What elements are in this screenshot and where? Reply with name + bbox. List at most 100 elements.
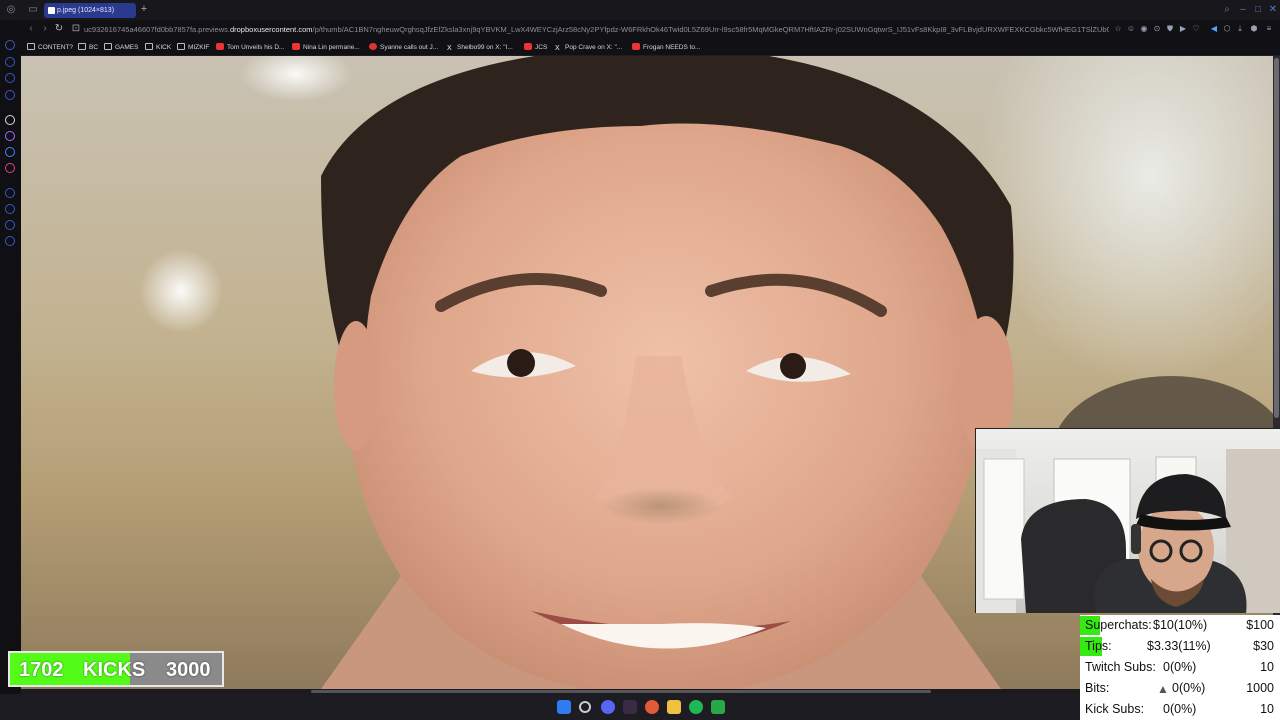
download-icon[interactable]: ⤓ (1235, 24, 1245, 34)
tips-value: $3.33(11%) (1147, 639, 1211, 653)
active-tab[interactable]: p.jpeg (1024×813) (44, 3, 136, 18)
minimize-icon[interactable]: – (1236, 3, 1250, 16)
bookmark-folder-kick[interactable]: KICK (145, 42, 171, 53)
bookmark-link[interactable]: Syanne calls out J... (369, 42, 438, 53)
maximize-icon[interactable]: □ (1251, 3, 1265, 16)
xbox-icon[interactable] (711, 700, 725, 714)
reddit-icon (369, 43, 377, 50)
youtube-icon (524, 43, 532, 50)
folder-icon (78, 43, 86, 50)
bookmark-folder-games[interactable]: GAMES (104, 42, 138, 53)
superchats-row: Superchats: $10(10%) $100 (1080, 615, 1280, 635)
bookmarks-bar: CONTENT? BC GAMES KICK MIZKIF Tom Unveil… (0, 39, 1280, 56)
bookmark-link[interactable]: Nina Lin permane... (292, 42, 360, 53)
extension-icon[interactable]: ◉ (1139, 24, 1149, 34)
sidebar-app-icon[interactable] (5, 188, 15, 198)
folder-icon (145, 43, 153, 50)
superchats-label: Superchats: (1085, 618, 1152, 632)
search-icon[interactable] (579, 701, 591, 713)
folder-icon (104, 43, 112, 50)
history-icon[interactable] (5, 204, 15, 214)
settings-icon[interactable] (5, 236, 15, 246)
folder-icon (27, 43, 35, 50)
menu-icon[interactable]: ≡ (1264, 24, 1274, 34)
bits-value: 0(0%) (1172, 681, 1206, 695)
kicks-label: KICKS (83, 659, 146, 681)
browser-sidebar (0, 20, 21, 720)
kick-subs-label: Kick Subs: (1085, 702, 1145, 716)
url-field[interactable]: uc932616745a46607fd0bb7857fa.previews.dr… (84, 24, 1109, 35)
sidebar-app-icon[interactable] (5, 220, 15, 230)
address-bar: ‹ › ↻ ⊡ uc932616745a46607fd0bb7857fa.pre… (0, 20, 1280, 39)
search-icon[interactable]: ⌕ (1220, 3, 1234, 16)
bookmark-link[interactable]: Tom Unveils his D... (216, 42, 284, 53)
sidebar-app-icon[interactable] (5, 57, 15, 67)
scrollbar-thumb[interactable] (1274, 58, 1279, 418)
start-icon[interactable] (557, 700, 571, 714)
extension-icon[interactable]: ⬡ (1222, 24, 1232, 34)
bookmark-icon[interactable]: ☆ (1113, 24, 1123, 34)
tips-goal: $30 (1253, 639, 1274, 653)
browser-tab-bar: ◎ ▭ p.jpeg (1024×813) + ⌕ – □ ✕ (0, 0, 1280, 20)
lock-icon: ⊡ (71, 23, 81, 34)
bits-label: Bits: (1085, 681, 1110, 695)
browser-icon[interactable] (645, 700, 659, 714)
reload-icon[interactable]: ↻ (53, 23, 65, 35)
x-icon: X (555, 45, 560, 52)
app-icon[interactable] (623, 700, 637, 714)
donation-stats-panel: Superchats: $10(10%) $100 Tips: $3.33(11… (1080, 615, 1280, 720)
kicks-goal-widget: 1702 KICKS 3000 (8, 651, 224, 687)
extension-icon[interactable]: ⊙ (1152, 24, 1162, 34)
discord-icon[interactable] (601, 700, 615, 714)
tips-row: Tips: $3.33(11%) $30 (1080, 636, 1280, 656)
bookmark-link[interactable]: JCS (524, 42, 547, 53)
image-favicon-icon (48, 7, 55, 14)
cube-icon[interactable]: ⬢ (1249, 24, 1259, 34)
bookmark-link[interactable]: Frogan NEEDS to... (632, 42, 700, 53)
extension-icon[interactable]: ☺ (1126, 24, 1136, 34)
sound-icon[interactable]: ◀ (1209, 24, 1219, 34)
scrollbar-thumb[interactable] (311, 690, 931, 693)
youtube-icon (216, 43, 224, 50)
tips-label: Tips: (1085, 639, 1112, 653)
kicks-goal: 3000 (166, 659, 211, 681)
youtube-icon (292, 43, 300, 50)
browser-menu-icon[interactable]: ◎ (5, 4, 17, 16)
superchats-goal: $100 (1246, 618, 1274, 632)
twitch-subs-value: 0(0%) (1163, 660, 1197, 674)
play-icon[interactable]: ▶ (1178, 24, 1188, 34)
youtube-icon (632, 43, 640, 50)
bits-goal: 1000 (1246, 681, 1274, 695)
close-icon[interactable]: ✕ (1266, 3, 1280, 16)
twitch-subs-goal: 10 (1260, 660, 1274, 674)
bookmark-link[interactable]: X Shelbo99 on X: "I... (447, 42, 513, 53)
kick-subs-goal: 10 (1260, 702, 1274, 716)
tab-title: p.jpeg (1024×813) (57, 7, 115, 14)
bookmark-link[interactable]: X Pop Crave on X: "... (555, 42, 622, 53)
sidebar-app-icon[interactable] (5, 115, 15, 125)
messenger-icon[interactable] (5, 147, 15, 157)
shield-icon[interactable]: ⛊ (1165, 24, 1175, 34)
folder-icon[interactable] (667, 700, 681, 714)
twitch-subs-label: Twitch Subs: (1085, 660, 1156, 674)
instagram-icon[interactable] (5, 163, 15, 173)
bookmark-folder-mizkif[interactable]: MIZKIF (177, 42, 209, 53)
new-tab-button[interactable]: + (139, 3, 149, 16)
bookmark-folder-content[interactable]: CONTENT? (27, 42, 73, 53)
sidebar-app-icon[interactable] (5, 73, 15, 83)
heart-icon[interactable]: ♡ (1191, 24, 1201, 34)
sidebar-app-icon[interactable] (5, 40, 15, 50)
x-icon: X (447, 45, 452, 52)
forward-icon[interactable]: › (39, 23, 51, 35)
back-icon[interactable]: ‹ (25, 23, 37, 35)
bookmark-folder-bc[interactable]: BC (78, 42, 98, 53)
kicks-current: 1702 (19, 659, 64, 681)
twitch-icon[interactable] (5, 131, 15, 141)
folder-icon (177, 43, 185, 50)
tab-list-icon[interactable]: ▭ (27, 4, 39, 16)
superchats-value: $10(10%) (1153, 618, 1208, 632)
sidebar-app-icon[interactable] (5, 90, 15, 100)
bits-triangle-icon: ▲ (1157, 682, 1169, 696)
spotify-icon[interactable] (689, 700, 703, 714)
kick-subs-row: Kick Subs: 0(0%) 10 (1080, 699, 1280, 719)
